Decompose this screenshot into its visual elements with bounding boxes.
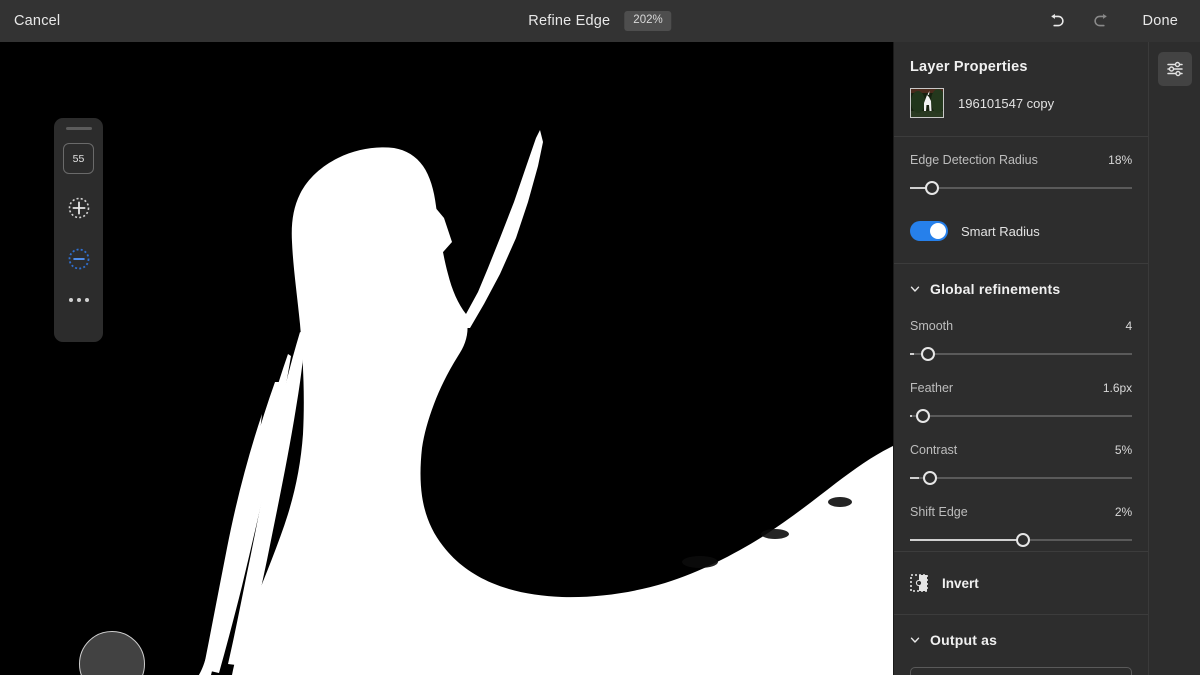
smart-radius-label: Smart Radius [961,223,1040,239]
more-dot [68,298,73,302]
image-canvas[interactable] [0,42,893,675]
brush-size-button[interactable]: 55 [63,143,94,174]
feather-slider[interactable]: Feather 1.6px [910,365,1133,427]
redo-button[interactable] [1079,0,1125,42]
edge-detection-head: Edge Detection Radius 18% [910,153,1132,167]
output-as-header[interactable]: Output as [910,615,1132,654]
edge-detection-radius-slider[interactable]: Edge Detection Radius 18% [910,137,1133,199]
edge-detection-track[interactable] [910,181,1133,195]
feather-track[interactable] [910,409,1133,423]
layer-section: Layer Properties 196101547 copy [894,42,1149,137]
more-options-button[interactable] [68,298,89,302]
brush-size-value: 55 [72,152,85,165]
toggle-knob [930,223,946,239]
edge-detection-label: Edge Detection Radius [910,153,1038,167]
shift-edge-slider[interactable]: Shift Edge 2% [910,489,1133,551]
topbar-right-group: Done [1033,0,1200,42]
rail-drag-handle[interactable] [65,127,92,130]
smooth-value: 4 [1125,319,1133,333]
panel-title: Layer Properties [910,59,1028,75]
mask-preview [0,42,893,675]
topbar-center-group: Refine Edge 202% [528,11,672,31]
edge-detection-section: Edge Detection Radius 18% Smart Radius [894,137,1149,264]
more-dot [84,298,89,302]
more-dot [76,298,81,302]
shift-edge-label: Shift Edge [910,505,968,519]
shift-edge-value: 2% [1114,505,1133,519]
contrast-knob[interactable] [922,471,937,485]
shift-edge-track[interactable] [910,533,1133,547]
global-refinements-label: Global refinements [930,281,1061,297]
cancel-button[interactable]: Cancel [14,13,60,29]
contrast-value: 5% [1114,443,1133,457]
chevron-down-icon [910,637,920,643]
refine-add-brush-button[interactable] [62,191,96,225]
feather-label: Feather [910,381,954,395]
refine-edge-app: Cancel Refine Edge 202% Done 55 Layer Pr… [0,0,1200,675]
subtract-brush-icon [68,248,89,270]
smooth-knob[interactable] [920,347,935,361]
shift-edge-head: Shift Edge 2% [910,505,1132,519]
panel-settings-button[interactable] [1157,52,1192,86]
panel-content: Layer Properties 196101547 copy Edge Det… [894,42,1149,675]
refine-subtract-brush-button[interactable] [62,242,96,276]
track-fill [910,415,913,417]
track-line [910,477,1133,479]
smart-radius-row[interactable]: Smart Radius [910,199,1132,263]
sliders-settings-icon [1166,61,1183,77]
track-line [910,415,1133,417]
layer-row[interactable]: 196101547 copy [910,88,1132,136]
layer-thumbnail-image [911,89,943,117]
layer-properties-panel: Layer Properties 196101547 copy Edge Det… [893,42,1200,675]
layer-thumbnail [910,88,944,118]
smooth-slider[interactable]: Smooth 4 [910,303,1133,365]
track-line [910,353,1133,355]
edge-detection-value: 18% [1108,153,1133,167]
output-as-select[interactable] [910,667,1133,675]
contrast-slider[interactable]: Contrast 5% [910,427,1133,489]
track-fill [910,477,919,479]
global-refinements-header[interactable]: Global refinements [910,264,1132,303]
undo-button[interactable] [1033,0,1079,42]
contrast-track[interactable] [910,471,1133,485]
invert-selection-icon [910,574,928,592]
output-as-label: Output as [930,632,998,648]
track-fill [910,539,1022,541]
panel-side-rail [1148,42,1200,675]
invert-button[interactable]: Invert [910,552,1132,614]
undo-icon [1051,13,1064,27]
contrast-head: Contrast 5% [910,443,1132,457]
done-button[interactable]: Done [1125,13,1200,29]
track-line [910,187,1133,189]
edge-detection-knob[interactable] [925,181,940,195]
top-toolbar: Cancel Refine Edge 202% Done [0,0,1200,42]
smooth-head: Smooth 4 [910,319,1132,333]
contrast-label: Contrast [910,443,958,457]
feather-value: 1.6px [1102,381,1133,395]
feather-knob[interactable] [916,409,931,423]
redo-icon [1093,13,1106,27]
smooth-label: Smooth [910,319,954,333]
smooth-track[interactable] [910,347,1133,361]
page-title: Refine Edge [528,13,611,29]
invert-section: Invert [894,552,1149,615]
global-refinements-section: Global refinements Smooth 4 Feather 1.6p… [894,264,1149,552]
invert-label: Invert [942,575,979,591]
smart-radius-toggle[interactable] [910,221,948,241]
track-fill [910,353,915,355]
shift-edge-knob[interactable] [1016,533,1031,547]
layer-name: 196101547 copy [958,95,1055,111]
zoom-level-badge[interactable]: 202% [624,11,672,31]
chevron-down-icon [910,286,920,292]
feather-head: Feather 1.6px [910,381,1132,395]
refine-tool-rail[interactable]: 55 [54,118,103,342]
output-as-section: Output as [894,615,1148,675]
add-brush-icon [68,197,89,219]
